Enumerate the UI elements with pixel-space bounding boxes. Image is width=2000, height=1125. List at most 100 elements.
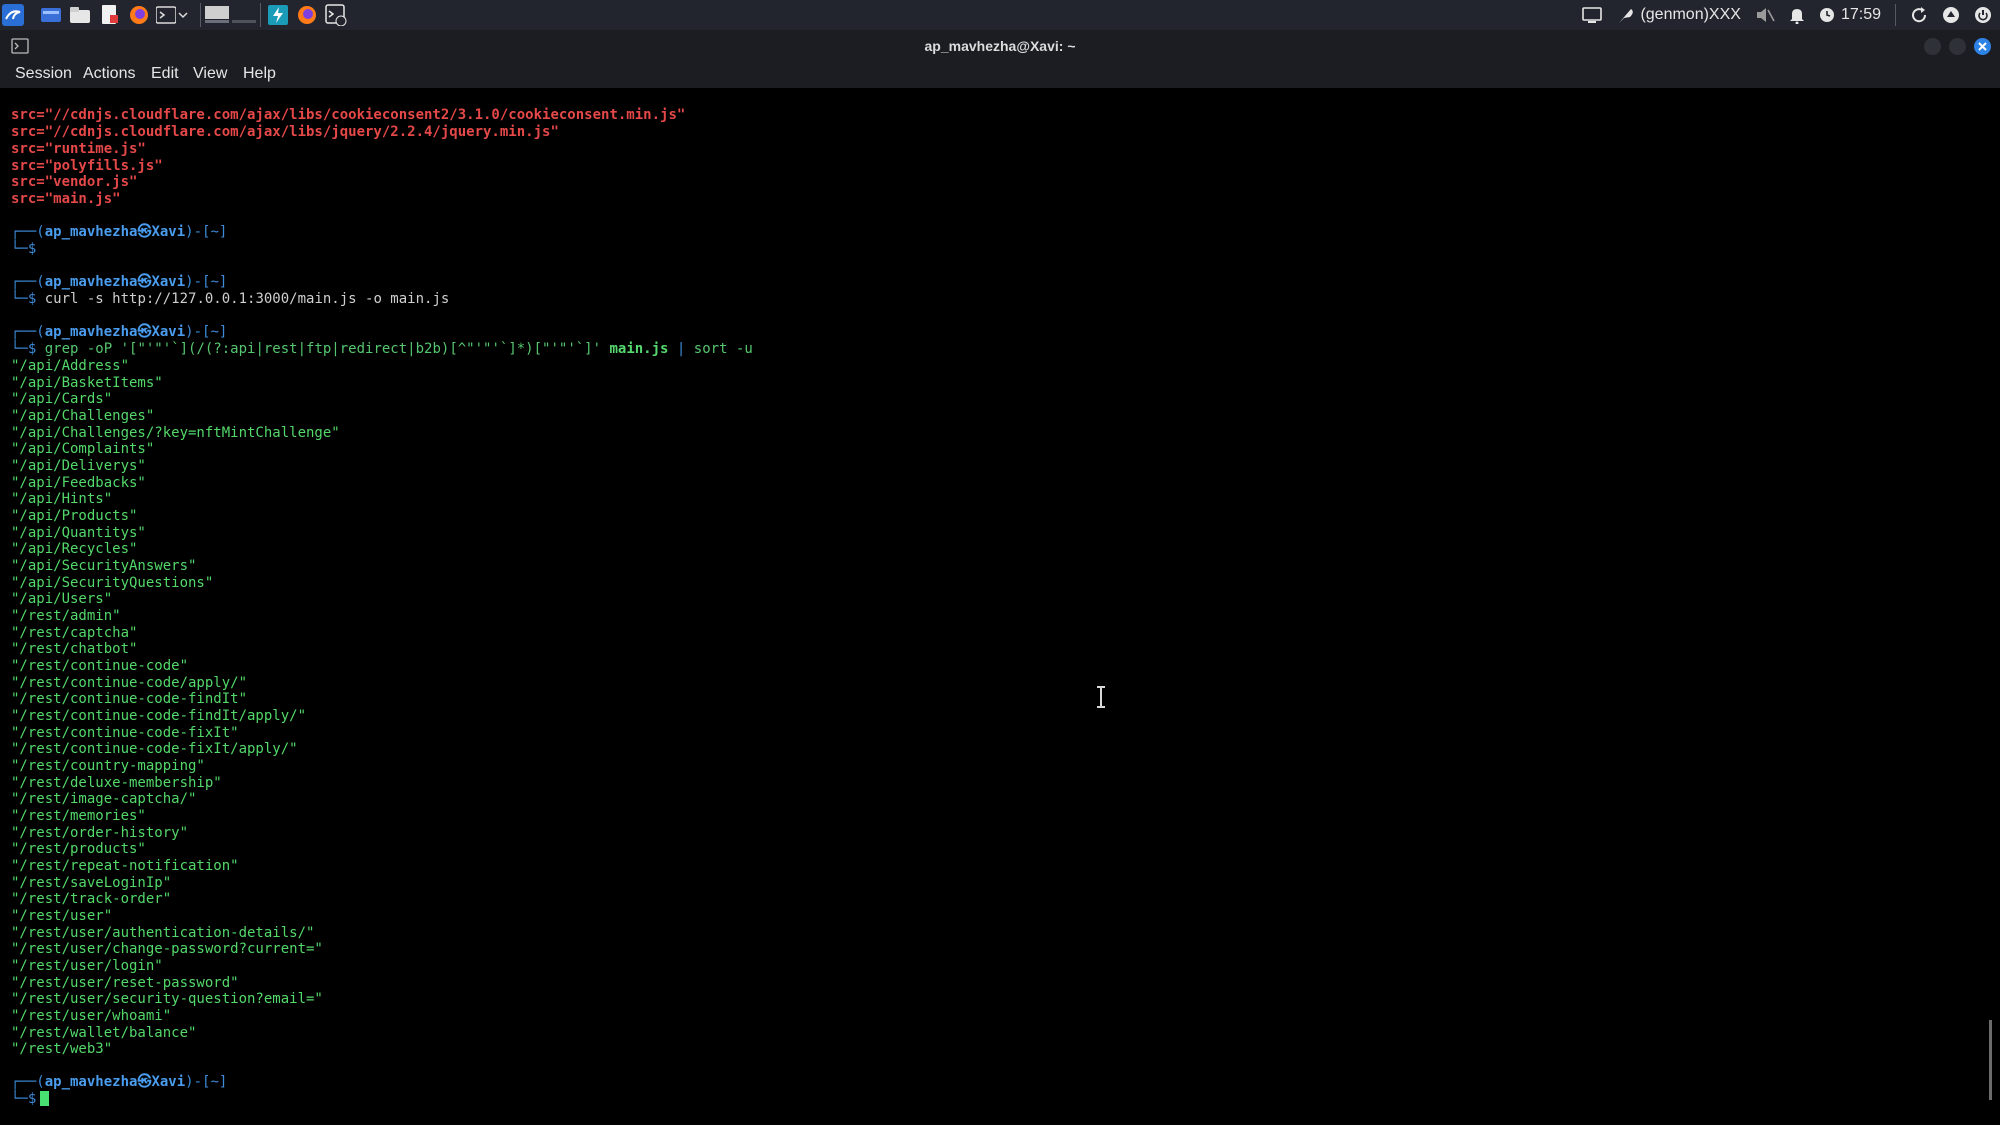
grep-command: grep -oP '["'"'`](/(?:api|rest|ftp|redir… [44,341,602,357]
output-line: "/rest/products" [11,841,146,857]
maximize-button[interactable] [1949,38,1966,55]
output-line: "/rest/order-history" [11,825,189,841]
output-line: "/rest/continue-code-fixIt" [11,725,239,741]
panel-tray: (genmon)XXX 17:59 [1582,0,1992,30]
output-line: "/rest/repeat-notification" [11,858,239,874]
output-line: "/rest/user/security-question?email=" [11,991,323,1007]
window-titlebar[interactable]: ap_mavhezha@Xavi: ~ [0,30,2000,62]
output-line: "/api/Complaints" [11,441,155,457]
close-icon [1978,42,1987,51]
workspace-2-icon[interactable] [232,4,256,26]
terminal-line: src="main.js" [11,191,121,207]
output-line: "/rest/user/whoami" [11,1008,172,1024]
output-line: "/rest/deluxe-membership" [11,775,222,791]
terminal-line: src="vendor.js" [11,174,138,190]
file-manager-icon[interactable] [69,4,91,26]
output-line: "/rest/continue-code/apply/" [11,675,248,691]
output-line: "/api/BasketItems" [11,375,163,391]
panel-separator [260,3,261,27]
output-line: "/api/Users" [11,591,113,607]
output-line: "/api/Quantitys" [11,525,146,541]
kali-menu-icon[interactable] [2,4,24,26]
terminal-line: src="polyfills.js" [11,158,163,174]
workspace-icon[interactable] [40,4,62,26]
output-line: "/rest/image-captcha/" [11,791,197,807]
text-editor-icon[interactable] [99,4,121,26]
output-line: "/rest/memories" [11,808,146,824]
prompt-line[interactable]: └─$ [11,1091,50,1108]
menu-session[interactable]: Session [15,65,72,83]
terminal-scrollbar[interactable] [1989,1020,1992,1100]
output-line: "/rest/web3" [11,1041,113,1057]
output-line: "/rest/continue-code-findIt/apply/" [11,708,307,724]
output-line: "/api/Products" [11,508,138,524]
menu-bar: Session Actions Edit View Help [0,62,2000,88]
output-line: "/rest/user/reset-password" [11,975,239,991]
output-line: "/rest/continue-code-fixIt/apply/" [11,741,298,757]
terminal-line: src="//cdnjs.cloudflare.com/ajax/libs/jq… [11,124,559,140]
refresh-icon[interactable] [1910,6,1928,24]
output-line: "/rest/track-order" [11,891,172,907]
output-line: "/rest/captcha" [11,625,138,641]
genmon-text: (genmon)XXX [1640,6,1741,23]
volume-muted-icon[interactable] [1755,6,1775,24]
feather-icon [1619,9,1634,23]
panel-separator [1895,4,1896,26]
grep-file: main.js [609,341,669,357]
output-line: "/api/SecurityQuestions" [11,575,214,591]
output-line: "/rest/country-mapping" [11,758,205,774]
menu-help[interactable]: Help [243,65,276,83]
terminal-icon[interactable] [155,4,177,26]
output-line: "/api/Address" [11,358,130,374]
clock[interactable]: 17:59 [1819,6,1881,24]
power-icon[interactable] [1974,6,1992,24]
chevron-down-icon[interactable] [176,4,190,26]
output-line: "/rest/continue-code" [11,658,189,674]
output-line: "/rest/user/change-password?current=" [11,941,323,957]
firefox-icon[interactable] [128,4,150,26]
minimize-button[interactable] [1924,38,1941,55]
close-button[interactable] [1974,38,1991,55]
panel-separator [200,3,201,27]
top-panel: (genmon)XXX 17:59 [0,0,2000,30]
output-line: "/rest/wallet/balance" [11,1025,197,1041]
output-line: "/rest/chatbot" [11,641,138,657]
output-line: "/rest/admin" [11,608,121,624]
output-line: "/api/Deliverys" [11,458,146,474]
ibeam-cursor-icon [1097,686,1105,708]
network-icon[interactable] [1942,6,1960,24]
genmon-plugin[interactable]: (genmon)XXX [1616,6,1741,24]
prompt-header: ┌──(ap_mavhezha㉿Xavi)-[~] [11,324,228,340]
firefox-window-icon[interactable] [296,4,318,26]
clock-icon [1819,8,1834,22]
output-line: "/rest/user" [11,908,113,924]
menu-view[interactable]: View [193,65,227,83]
output-line: "/api/Recycles" [11,541,138,557]
app-launcher-icon[interactable] [267,4,289,26]
terminal-window-icon[interactable] [325,4,347,26]
prompt-header: ┌──(ap_mavhezha㉿Xavi)-[~] [11,224,228,240]
output-line: "/rest/saveLoginIp" [11,875,172,891]
prompt-line: └─$ [11,241,37,257]
output-line: "/api/Feedbacks" [11,475,146,491]
output-line: "/rest/user/authentication-details/" [11,925,315,941]
output-line: "/api/Hints" [11,491,113,507]
notification-bell-icon[interactable] [1789,6,1805,24]
menu-actions[interactable]: Actions [83,65,135,83]
curl-command: curl -s http://127.0.0.1:3000/main.js -o… [44,291,450,307]
output-line: "/rest/continue-code-findIt" [11,691,248,707]
output-line: "/rest/user/login" [11,958,163,974]
workspace-preview-icon[interactable] [205,4,229,26]
terminal-line: src="runtime.js" [11,141,146,157]
clock-time: 17:59 [1840,6,1881,23]
terminal-area[interactable]: src="//cdnjs.cloudflare.com/ajax/libs/co… [0,88,1994,1125]
display-icon[interactable] [1582,7,1603,23]
output-line: "/api/Challenges" [11,408,155,424]
prompt-line: └─$ curl -s http://127.0.0.1:3000/main.j… [11,291,450,307]
sort-command: sort -u [693,341,753,357]
terminal-line: src="//cdnjs.cloudflare.com/ajax/libs/co… [11,107,686,123]
menu-edit[interactable]: Edit [151,65,179,83]
prompt-header: ┌──(ap_mavhezha㉿Xavi)-[~] [11,1074,228,1090]
text-cursor [40,1091,50,1106]
output-line: "/api/SecurityAnswers" [11,558,197,574]
